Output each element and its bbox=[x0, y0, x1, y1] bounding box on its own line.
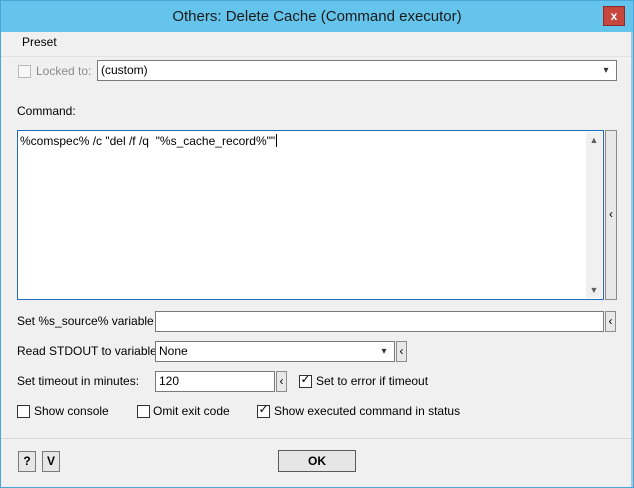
command-scrollbar[interactable]: ▲ ▼ bbox=[586, 132, 602, 298]
source-var-input[interactable] bbox=[155, 311, 604, 332]
source-var-label: Set %s_source% variable to: bbox=[17, 314, 171, 328]
command-label: Command: bbox=[17, 104, 76, 118]
stdout-picker-button[interactable]: ‹ bbox=[396, 341, 407, 362]
stdout-select[interactable]: None ▾ bbox=[155, 341, 395, 362]
locked-select[interactable]: (custom) ▾ bbox=[97, 60, 617, 81]
window-title: Others: Delete Cache (Command executor) bbox=[172, 8, 462, 25]
close-button[interactable]: x bbox=[603, 6, 625, 26]
check-icon: ✓ bbox=[258, 402, 269, 416]
timeout-picker-button[interactable]: ‹ bbox=[276, 371, 287, 392]
source-var-picker-button[interactable]: ‹ bbox=[605, 311, 616, 332]
scroll-up-icon[interactable]: ▲ bbox=[586, 132, 602, 148]
show-status-checkbox[interactable]: ✓ bbox=[257, 402, 270, 418]
show-console-checkbox[interactable] bbox=[17, 405, 30, 418]
show-status-label: Show executed command in status bbox=[274, 404, 461, 418]
stdout-select-value: None bbox=[159, 344, 188, 358]
help-button[interactable]: ? bbox=[18, 451, 36, 472]
chevron-down-icon: ▾ bbox=[381, 346, 387, 357]
stdout-label: Read STDOUT to variable: bbox=[17, 344, 161, 358]
title-bar[interactable]: Others: Delete Cache (Command executor) … bbox=[1, 1, 633, 32]
omit-exit-checkbox[interactable] bbox=[137, 405, 150, 418]
ok-button[interactable]: OK bbox=[278, 450, 356, 472]
command-text: %comspec% /c "del /f /q "%s_cache_record… bbox=[20, 134, 276, 148]
timeout-error-label: Set to error if timeout bbox=[316, 374, 429, 388]
text-caret bbox=[276, 134, 278, 147]
command-textarea[interactable]: %comspec% /c "del /f /q "%s_cache_record… bbox=[17, 130, 604, 300]
command-executor-window: Others: Delete Cache (Command executor) … bbox=[0, 0, 634, 488]
v-button[interactable]: V bbox=[42, 451, 60, 472]
locked-select-value: (custom) bbox=[101, 63, 148, 77]
omit-exit-label: Omit exit code bbox=[153, 404, 230, 418]
command-expand-button[interactable]: ‹ bbox=[605, 130, 617, 300]
timeout-input[interactable]: 120 bbox=[155, 371, 275, 392]
show-console-label: Show console bbox=[34, 404, 109, 418]
window-right-edge bbox=[631, 32, 633, 487]
locked-label: Locked to: bbox=[36, 64, 92, 78]
menu-divider bbox=[1, 56, 633, 57]
timeout-label: Set timeout in minutes: bbox=[17, 374, 140, 388]
chevron-down-icon: ▾ bbox=[603, 65, 609, 76]
menu-preset[interactable]: Preset bbox=[22, 35, 57, 49]
check-icon: ✓ bbox=[300, 372, 311, 386]
scroll-down-icon[interactable]: ▼ bbox=[586, 282, 602, 298]
footer-divider bbox=[1, 438, 633, 439]
timeout-error-checkbox[interactable]: ✓ bbox=[299, 372, 312, 388]
locked-checkbox[interactable] bbox=[18, 65, 31, 78]
